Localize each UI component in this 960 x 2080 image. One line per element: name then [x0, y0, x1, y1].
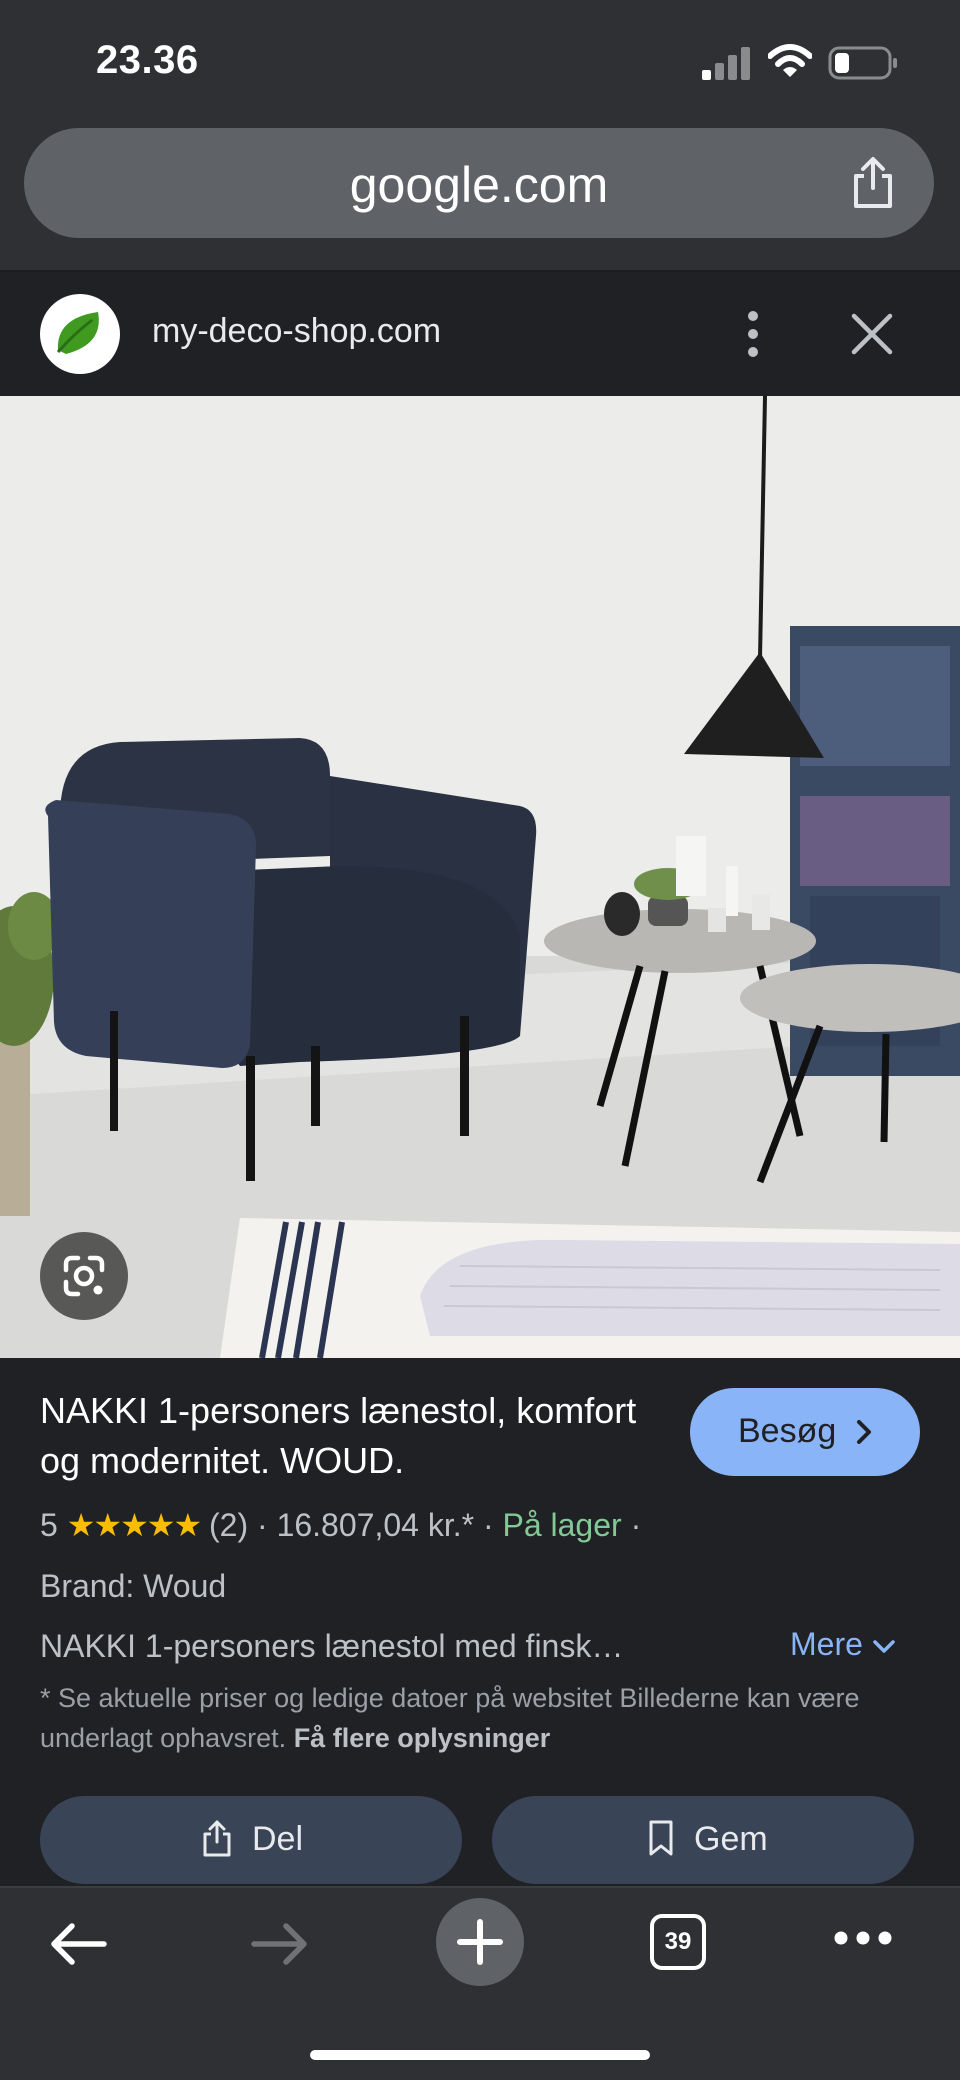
visit-button-label: Besøg [738, 1412, 837, 1450]
product-image[interactable] [0, 396, 960, 1358]
more-info-link[interactable]: Få flere oplysninger [294, 1723, 551, 1753]
more-dots-icon[interactable] [832, 1928, 894, 1948]
tabs-icon[interactable]: 39 [650, 1914, 706, 1970]
brand-line: Brand: Woud [40, 1568, 227, 1604]
separator: · [482, 1507, 494, 1543]
battery-icon [828, 46, 897, 80]
product-description: NAKKI 1-personers lænestol med finsk… [40, 1628, 624, 1664]
forward-arrow-icon[interactable] [248, 1918, 312, 1970]
armchair-scene [0, 396, 960, 1358]
save-label: Gem [694, 1820, 768, 1858]
visit-button[interactable]: Besøg [690, 1388, 920, 1476]
address-bar[interactable]: google.com [24, 128, 934, 238]
stock-status: På lager [502, 1507, 622, 1543]
cellular-signal-icon [702, 47, 750, 80]
disclaimer: * Se aktuelle priser og ledige datoer på… [40, 1678, 920, 1758]
product-info-panel: NAKKI 1-personers lænestol, komfort og m… [0, 1358, 960, 1886]
close-icon[interactable] [846, 308, 898, 360]
share-icon [203, 1820, 231, 1857]
share-button[interactable]: Del [40, 1796, 462, 1884]
star-rating: ★★★★★ [66, 1507, 202, 1543]
bottom-toolbar: 39 [0, 1886, 960, 2080]
review-count: (2) [209, 1507, 249, 1543]
chevron-down-icon [873, 1639, 895, 1653]
site-favicon [40, 294, 120, 374]
bookmark-icon [649, 1820, 673, 1856]
google-lens-button[interactable] [40, 1232, 128, 1320]
wifi-icon [768, 44, 812, 77]
google-lens-icon [63, 1255, 105, 1297]
more-button[interactable]: Mere [790, 1626, 897, 1663]
site-name[interactable]: my-deco-shop.com [152, 312, 441, 351]
share-icon[interactable] [848, 156, 898, 210]
browser-address-area: google.com [0, 120, 960, 272]
kebab-menu-icon[interactable] [738, 306, 768, 362]
separator: · [630, 1507, 642, 1543]
clock: 23.36 [96, 38, 199, 82]
more-label: Mere [790, 1626, 863, 1662]
url-text[interactable]: google.com [24, 156, 934, 214]
new-tab-plus-icon[interactable] [436, 1898, 524, 1986]
leaf-favicon [56, 312, 99, 354]
price: 16.807,04 kr.* [276, 1507, 475, 1543]
product-title: NAKKI 1-personers lænestol, komfort og m… [40, 1390, 637, 1481]
chevron-right-icon [857, 1420, 871, 1444]
rating-value: 5 [40, 1507, 58, 1543]
site-header: my-deco-shop.com [0, 272, 960, 396]
rating-price-row: 5 ★★★★★ (2) · 16.807,04 kr.* · På lager … [40, 1506, 641, 1544]
save-button[interactable]: Gem [492, 1796, 914, 1884]
status-bar: 23.36 [0, 0, 960, 120]
separator: · [257, 1507, 268, 1543]
back-arrow-icon[interactable] [46, 1918, 110, 1970]
share-label: Del [252, 1820, 304, 1858]
home-indicator [310, 2050, 650, 2060]
